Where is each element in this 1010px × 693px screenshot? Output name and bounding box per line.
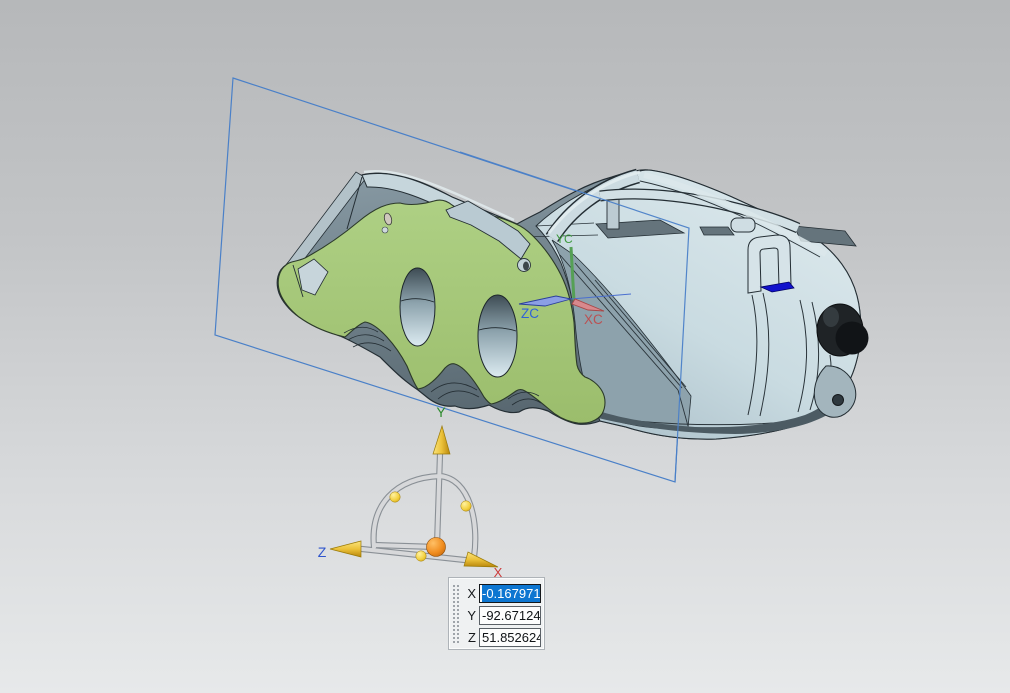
small-boss-hole <box>523 262 529 271</box>
manipulator-frame[interactable] <box>362 454 475 561</box>
manipulator-z-label: Z <box>318 544 327 560</box>
rotate-handle-sphere[interactable] <box>416 551 426 561</box>
coordinate-row-x: X -0.167971 <box>463 584 541 603</box>
wcs-xc-label: XC <box>584 312 603 327</box>
x-value-selected: -0.167971 <box>482 585 541 603</box>
rotate-handle-sphere[interactable] <box>390 492 400 502</box>
deck-slot <box>700 227 734 235</box>
rotate-handle-sphere[interactable] <box>461 501 471 511</box>
wcs-yc-label: YC <box>556 232 573 246</box>
origin-ball-handle[interactable] <box>427 538 446 557</box>
cylinder-bore-1[interactable] <box>400 268 435 346</box>
z-input[interactable]: 51.852624 <box>479 628 541 647</box>
z-label: Z <box>463 630 476 645</box>
manipulator-y-label: Y <box>436 404 446 420</box>
manipulator-z-arrow[interactable] <box>330 541 361 557</box>
cad-viewport: { "viewport": { "width": 1010, "height":… <box>0 0 1010 693</box>
orient-manipulator: Y Z X <box>318 404 503 580</box>
knob-highlight <box>823 307 839 327</box>
deck-boss <box>731 218 755 232</box>
coordinate-input-box: X -0.167971 Y -92.67124 Z 51.852624 <box>448 577 545 650</box>
x-label: X <box>463 586 476 601</box>
coordinate-row-y: Y -92.67124 <box>463 606 541 625</box>
coordinate-row-z: Z 51.852624 <box>463 628 541 647</box>
cylinder-bore-2[interactable] <box>478 295 517 377</box>
small-dot <box>382 227 388 233</box>
drag-grip[interactable] <box>452 583 460 644</box>
knob-face <box>836 322 869 355</box>
tip-hole <box>833 395 844 406</box>
y-label: Y <box>463 608 476 623</box>
wcs-zc-label: ZC <box>521 306 539 321</box>
y-input[interactable]: -92.67124 <box>479 606 541 625</box>
manipulator-y-arrow[interactable] <box>433 426 450 454</box>
x-input[interactable]: -0.167971 <box>479 584 541 603</box>
